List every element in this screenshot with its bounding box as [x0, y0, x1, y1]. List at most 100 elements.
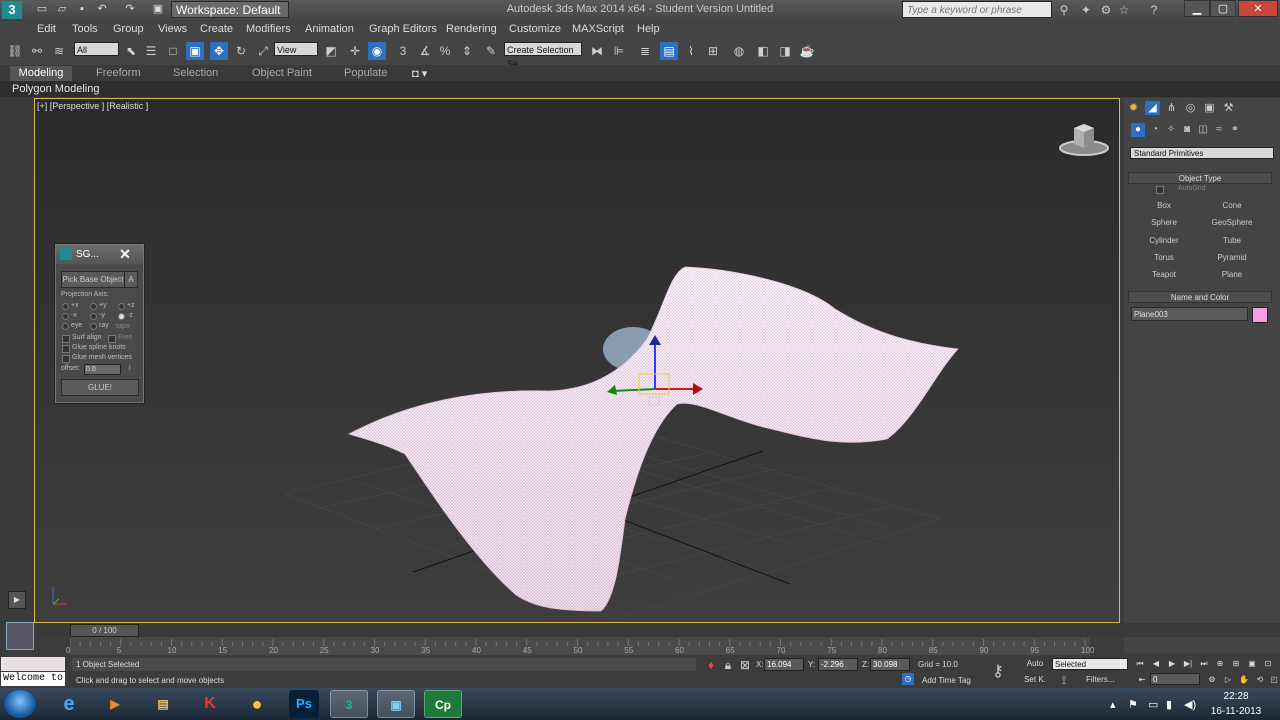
- select-by-name-icon[interactable]: ☰: [142, 42, 160, 60]
- select-scale-icon[interactable]: ⤢: [254, 42, 272, 60]
- expand-panel-icon[interactable]: ▶: [8, 591, 26, 609]
- time-tag-icon[interactable]: ◷: [902, 673, 914, 685]
- lock-selection-icon[interactable]: 🔒︎: [720, 657, 736, 673]
- key-filter-dropdown[interactable]: Selected: [1052, 658, 1128, 670]
- edit-named-selection-icon[interactable]: ✎: [482, 42, 500, 60]
- object-color-swatch[interactable]: [1252, 307, 1268, 323]
- display-tab-icon[interactable]: ▣: [1202, 101, 1217, 115]
- torus-button[interactable]: Torus: [1134, 251, 1194, 264]
- current-frame-field[interactable]: 0: [1150, 673, 1200, 685]
- percent-snap-icon[interactable]: %: [436, 42, 454, 60]
- eye-radio[interactable]: [62, 323, 69, 330]
- spinner-snap-icon[interactable]: ⇕: [458, 42, 476, 60]
- ray-radio[interactable]: [90, 323, 97, 330]
- menu-views[interactable]: Views: [158, 23, 187, 35]
- systems-icon[interactable]: ⚭: [1228, 123, 1242, 137]
- a-button[interactable]: A: [124, 271, 138, 288]
- key-mode-icon[interactable]: ⟟: [1056, 672, 1072, 688]
- new-file-icon[interactable]: ▭: [34, 2, 50, 17]
- named-selection-dropdown[interactable]: Create Selection Se: [504, 42, 582, 69]
- glue-mesh-vertices-checkbox[interactable]: [62, 355, 70, 363]
- key-filters-button[interactable]: Filters...: [1086, 675, 1114, 684]
- object-type-rollout[interactable]: Object Type: [1128, 172, 1272, 184]
- menu-create[interactable]: Create: [200, 23, 233, 35]
- image-viewer-icon[interactable]: ▣: [377, 690, 415, 718]
- link-icon[interactable]: ⛓: [6, 42, 24, 60]
- binoculars-icon[interactable]: ⚲: [1056, 2, 1072, 18]
- close-window-icon[interactable]: ✕: [1238, 0, 1278, 17]
- hierarchy-tab-icon[interactable]: ⋔: [1164, 101, 1179, 115]
- undo-icon[interactable]: ↶: [94, 2, 110, 17]
- menu-graph-editors[interactable]: Graph Editors: [369, 23, 437, 35]
- sphere-button[interactable]: Sphere: [1134, 216, 1194, 229]
- auto-key-button[interactable]: Auto: [1022, 658, 1048, 670]
- menu-help[interactable]: Help: [637, 23, 660, 35]
- field-of-view-icon[interactable]: ▷: [1222, 674, 1234, 686]
- name-and-color-rollout[interactable]: Name and Color: [1128, 291, 1272, 303]
- go-to-end-icon[interactable]: ⏭: [1198, 658, 1210, 670]
- maximize-viewport-icon[interactable]: ◰: [1268, 674, 1280, 686]
- zoom-icon[interactable]: ⊕: [1214, 658, 1226, 670]
- angle-snap-icon[interactable]: ∡: [416, 42, 434, 60]
- manipulate-icon[interactable]: ✛: [346, 42, 364, 60]
- modify-tab-icon[interactable]: ◢: [1145, 101, 1160, 115]
- rendered-frame-icon[interactable]: ◨: [776, 42, 794, 60]
- create-tab-icon[interactable]: ✹: [1126, 101, 1141, 115]
- keyboard-shortcut-icon[interactable]: ◉: [368, 42, 386, 60]
- layer-manager-icon[interactable]: ≣: [636, 42, 654, 60]
- tray-network-icon[interactable]: ▮: [1166, 698, 1172, 711]
- y-coordinate[interactable]: -2.296: [818, 658, 858, 671]
- maximize-icon[interactable]: ▢: [1210, 0, 1236, 17]
- primitive-category-dropdown[interactable]: Standard Primitives: [1130, 147, 1274, 159]
- plane-button[interactable]: Plane: [1202, 268, 1262, 281]
- media-player-icon[interactable]: ▶: [96, 690, 134, 718]
- save-icon[interactable]: ▪: [74, 2, 90, 17]
- axis-radio-nz[interactable]: [118, 313, 125, 320]
- open-file-icon[interactable]: ▱: [54, 2, 70, 17]
- polygon-modeling-label[interactable]: Polygon Modeling: [12, 83, 99, 95]
- menu-tools[interactable]: Tools: [72, 23, 98, 35]
- maxscript-listener-pink[interactable]: [1, 657, 65, 671]
- orbit-icon[interactable]: ⟲: [1254, 674, 1266, 686]
- zoom-all-icon[interactable]: ⊞: [1230, 658, 1242, 670]
- minimize-icon[interactable]: ▁: [1184, 0, 1210, 17]
- add-time-tag[interactable]: Add Time Tag: [922, 676, 971, 685]
- snaps-toggle-icon[interactable]: 3: [394, 42, 412, 60]
- ref-coord-dropdown[interactable]: View: [274, 42, 318, 56]
- curve-editor-icon[interactable]: ⌇: [682, 42, 700, 60]
- shapes-icon[interactable]: ◔: [1148, 123, 1162, 137]
- taskbar-clock[interactable]: 22:28: [1208, 691, 1264, 702]
- set-key-icon[interactable]: ⚷: [990, 664, 1006, 680]
- cone-button[interactable]: Cone: [1202, 199, 1262, 212]
- select-rotate-icon[interactable]: ↻: [232, 42, 250, 60]
- object-name-field[interactable]: Plane003: [1131, 307, 1248, 321]
- x-coordinate[interactable]: 16.094: [764, 658, 804, 671]
- axis-radio-px[interactable]: [62, 303, 69, 310]
- camtasia-icon[interactable]: Cp: [424, 690, 462, 718]
- perspective-viewport[interactable]: [34, 98, 1120, 623]
- axis-radio-pz[interactable]: [118, 303, 125, 310]
- key-mode-toggle-icon[interactable]: ⇤: [1136, 674, 1148, 686]
- space-warps-icon[interactable]: ≈: [1212, 123, 1226, 137]
- select-object-icon[interactable]: ⬉: [122, 42, 140, 60]
- start-button-icon[interactable]: [4, 690, 36, 718]
- unlink-icon[interactable]: ⚯: [28, 42, 46, 60]
- ribbon-options-icon[interactable]: ◘ ▾: [412, 67, 427, 80]
- tray-action-center-icon[interactable]: ⚑: [1128, 698, 1138, 711]
- select-move-icon[interactable]: ✥: [210, 42, 228, 60]
- menu-rendering[interactable]: Rendering: [446, 23, 497, 35]
- maxscript-listener[interactable]: Welcome to: [1, 672, 65, 686]
- internet-explorer-icon[interactable]: e: [50, 690, 88, 718]
- viewcube-icon[interactable]: [1056, 120, 1112, 158]
- favorites-star-icon[interactable]: ☆: [1116, 2, 1132, 18]
- tape-label[interactable]: tape: [116, 323, 130, 330]
- menu-animation[interactable]: Animation: [305, 23, 354, 35]
- mini-listener-icon[interactable]: [6, 622, 34, 650]
- isolate-selection-icon[interactable]: ♦: [703, 657, 719, 673]
- autogrid-checkbox[interactable]: [1156, 186, 1164, 194]
- absolute-mode-icon[interactable]: ⊠: [737, 657, 753, 673]
- zoom-extents-all-icon[interactable]: ⊡: [1262, 658, 1274, 670]
- helpers-icon[interactable]: ◫: [1196, 123, 1210, 137]
- next-frame-icon[interactable]: ▶|: [1182, 658, 1194, 670]
- z-coordinate[interactable]: 30.098: [870, 658, 910, 671]
